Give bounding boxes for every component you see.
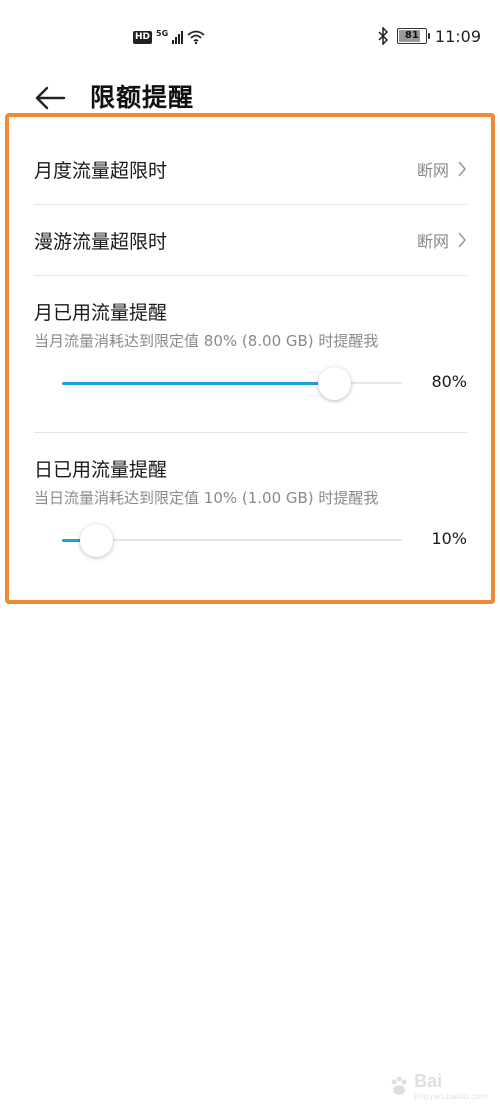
monthly-over-limit-label: 月度流量超限时 [34, 159, 168, 182]
baidu-watermark-logo: Bai jingyan.baidu.com [389, 1071, 488, 1101]
page-title: 限额提醒 [90, 83, 195, 112]
chevron-right-icon [458, 232, 467, 248]
slider-track[interactable] [62, 381, 402, 385]
slider-thumb[interactable] [80, 524, 113, 557]
status-bar: HD 5G 81 11:09 [0, 0, 500, 74]
daily-reminder-percent: 10% [431, 529, 467, 548]
back-button[interactable] [30, 80, 70, 116]
signal-icon [172, 30, 184, 44]
daily-reminder-description: 当日流量消耗达到限定值 10% (1.00 GB) 时提醒我 [34, 489, 379, 507]
status-time: 11:09 [434, 26, 481, 46]
monthly-reminder-percent: 80% [431, 372, 467, 391]
bluetooth-icon [378, 27, 388, 45]
daily-reminder-slider[interactable]: 10% [34, 509, 467, 571]
monthly-over-limit-row[interactable]: 月度流量超限时 断网 [34, 134, 467, 204]
slider-track[interactable] [62, 538, 402, 542]
roaming-over-limit-label: 漫游流量超限时 [34, 230, 168, 253]
daily-reminder-block: 日已用流量提醒 当日流量消耗达到限定值 10% (1.00 GB) 时提醒我 1… [34, 433, 467, 571]
monthly-over-limit-value-wrap: 断网 [417, 157, 467, 181]
slider-fill [62, 381, 334, 385]
slider-thumb[interactable] [318, 367, 351, 400]
daily-reminder-title: 日已用流量提醒 [34, 459, 168, 481]
paw-icon [391, 1076, 407, 1095]
roaming-over-limit-row[interactable]: 漫游流量超限时 断网 [34, 205, 467, 275]
roaming-over-limit-value: 断网 [416, 232, 449, 251]
monthly-reminder-title: 月已用流量提醒 [34, 302, 168, 324]
app-screen: HD 5G 81 11:09 限额提醒 月度流量超限时 断网 漫游流量超限时 断… [0, 0, 500, 1111]
monthly-reminder-description: 当月流量消耗达到限定值 80% (8.00 GB) 时提醒我 [34, 332, 379, 350]
watermark-text-group: Bai jingyan.baidu.com [414, 1071, 488, 1101]
settings-list: 月度流量超限时 断网 漫游流量超限时 断网 月已用流量提醒 当月流量消耗达到限定… [34, 134, 467, 571]
battery-level: 81 [404, 30, 419, 41]
battery-icon: 81 [396, 28, 430, 44]
network-type-label: 5G [156, 28, 169, 38]
status-center-icons: HD 5G [133, 26, 205, 48]
chevron-right-icon [458, 161, 467, 177]
roaming-over-limit-value-wrap: 断网 [417, 228, 467, 252]
wifi-icon [187, 30, 205, 44]
monthly-reminder-block: 月已用流量提醒 当月流量消耗达到限定值 80% (8.00 GB) 时提醒我 8… [34, 276, 467, 414]
status-right-icons: 81 11:09 [377, 25, 481, 47]
arrow-left-icon [35, 86, 66, 110]
watermark-url: jingyan.baidu.com [414, 1092, 488, 1101]
monthly-reminder-slider[interactable]: 80% [34, 352, 467, 414]
hd-icon: HD [133, 30, 153, 44]
watermark-text: Bai [414, 1071, 443, 1091]
monthly-over-limit-value: 断网 [416, 161, 449, 180]
